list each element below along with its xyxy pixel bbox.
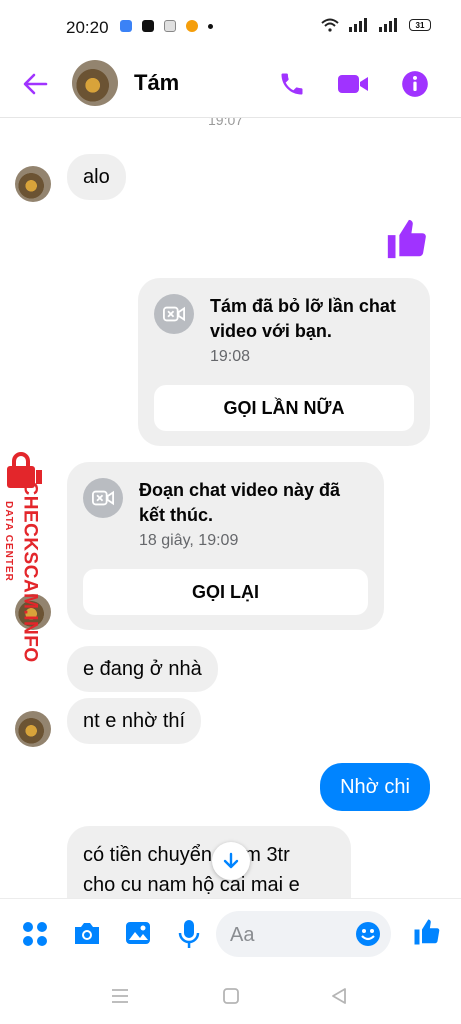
video-call-icon bbox=[83, 478, 123, 518]
message-text-line1: có tiền chuyển giùm 3tr bbox=[83, 844, 290, 866]
battery-icon: 31 bbox=[409, 19, 431, 31]
chat-header: Tám bbox=[0, 56, 461, 118]
message-list[interactable]: 19:07 alo Tám đã bỏ lỡ lần chat video vớ… bbox=[0, 118, 461, 898]
call-title-line1: Đoạn chat video này đã bbox=[139, 480, 341, 500]
camera-icon[interactable] bbox=[72, 919, 102, 947]
signal-icon bbox=[349, 18, 367, 32]
back-arrow-icon[interactable] bbox=[22, 72, 48, 96]
tiktok-icon bbox=[164, 20, 176, 32]
nav-back-icon[interactable] bbox=[330, 987, 348, 1005]
status-right: 31 bbox=[321, 18, 431, 32]
incoming-message[interactable]: có tiền chuyển giùm 3tr cho cu nam hộ cá… bbox=[67, 826, 351, 898]
ended-video-call-card[interactable]: Đoạn chat video này đã kết thúc. 18 giây… bbox=[67, 462, 384, 630]
app-notification-icon bbox=[120, 20, 132, 32]
scroll-down-button[interactable] bbox=[212, 842, 250, 880]
wifi-icon bbox=[321, 18, 339, 32]
call-title-line2: video với bạn. bbox=[210, 321, 332, 341]
outgoing-message[interactable]: Nhờ chi bbox=[320, 763, 430, 811]
message-text: alo bbox=[83, 165, 110, 188]
image-icon[interactable] bbox=[124, 919, 152, 947]
message-text: nt e nhờ thí bbox=[83, 709, 186, 732]
watermark-main: CHECKSCAM.INFO bbox=[19, 481, 41, 663]
more-notifications-icon bbox=[208, 23, 213, 29]
like-icon[interactable] bbox=[384, 216, 430, 262]
call-title-line1: Tám đã bỏ lỡ lần chat bbox=[210, 296, 396, 316]
message-text: e đang ở nhà bbox=[83, 657, 202, 680]
message-input[interactable]: Aa bbox=[216, 911, 391, 957]
message-timestamp: 19:07 bbox=[208, 118, 244, 128]
menu-dots-icon[interactable] bbox=[22, 921, 48, 947]
microphone-icon[interactable] bbox=[178, 919, 200, 949]
video-camera-icon[interactable] bbox=[337, 70, 369, 98]
thumbs-up-icon[interactable] bbox=[412, 917, 442, 947]
info-icon[interactable] bbox=[401, 70, 429, 98]
call-time: 18 giây, 19:09 bbox=[139, 532, 239, 549]
contact-name[interactable]: Tám bbox=[134, 70, 179, 96]
watermark: DATA CENTER CHECKSCAM.INFO bbox=[0, 452, 56, 682]
call-title: Đoạn chat video này đã kết thúc. bbox=[139, 478, 340, 528]
call-title: Tám đã bỏ lỡ lần chat video với bạn. bbox=[210, 294, 396, 344]
status-bar: 20:20 31 bbox=[0, 0, 461, 56]
contact-avatar[interactable] bbox=[72, 60, 118, 106]
call-again-button[interactable]: GỌI LẦN NỮA bbox=[154, 385, 414, 431]
system-nav-bar bbox=[0, 970, 461, 1024]
incoming-message[interactable]: nt e nhờ thí bbox=[67, 698, 202, 744]
call-back-button[interactable]: GỌI LẠI bbox=[83, 569, 368, 615]
video-call-icon bbox=[154, 294, 194, 334]
call-title-line2: kết thúc. bbox=[139, 505, 214, 525]
incoming-message[interactable]: alo bbox=[67, 154, 126, 200]
scroll-down-icon bbox=[223, 852, 239, 869]
contact-avatar-small[interactable] bbox=[15, 711, 51, 747]
message-input-placeholder: Aa bbox=[230, 924, 255, 946]
watermark-sub: DATA CENTER bbox=[2, 501, 14, 582]
contact-avatar-small[interactable] bbox=[15, 166, 51, 202]
phone-icon[interactable] bbox=[278, 70, 306, 98]
signal-icon-2 bbox=[379, 18, 397, 32]
zalo-icon bbox=[142, 20, 154, 32]
notification-icons bbox=[120, 20, 213, 32]
emoji-icon[interactable] bbox=[355, 921, 381, 947]
nav-recent-icon[interactable] bbox=[110, 988, 130, 1004]
composer-bar: Aa bbox=[0, 898, 461, 970]
message-text: Nhờ chi bbox=[340, 775, 410, 798]
message-text-line2: cho cu nam hộ cái mai e bbox=[83, 874, 300, 896]
missed-video-call-card[interactable]: Tám đã bỏ lỡ lần chat video với bạn. 19:… bbox=[138, 278, 430, 446]
incoming-message[interactable]: e đang ở nhà bbox=[67, 646, 218, 692]
call-time: 19:08 bbox=[210, 348, 251, 365]
nav-home-icon[interactable] bbox=[222, 987, 240, 1005]
star-icon bbox=[186, 20, 198, 32]
status-time: 20:20 bbox=[66, 18, 109, 37]
